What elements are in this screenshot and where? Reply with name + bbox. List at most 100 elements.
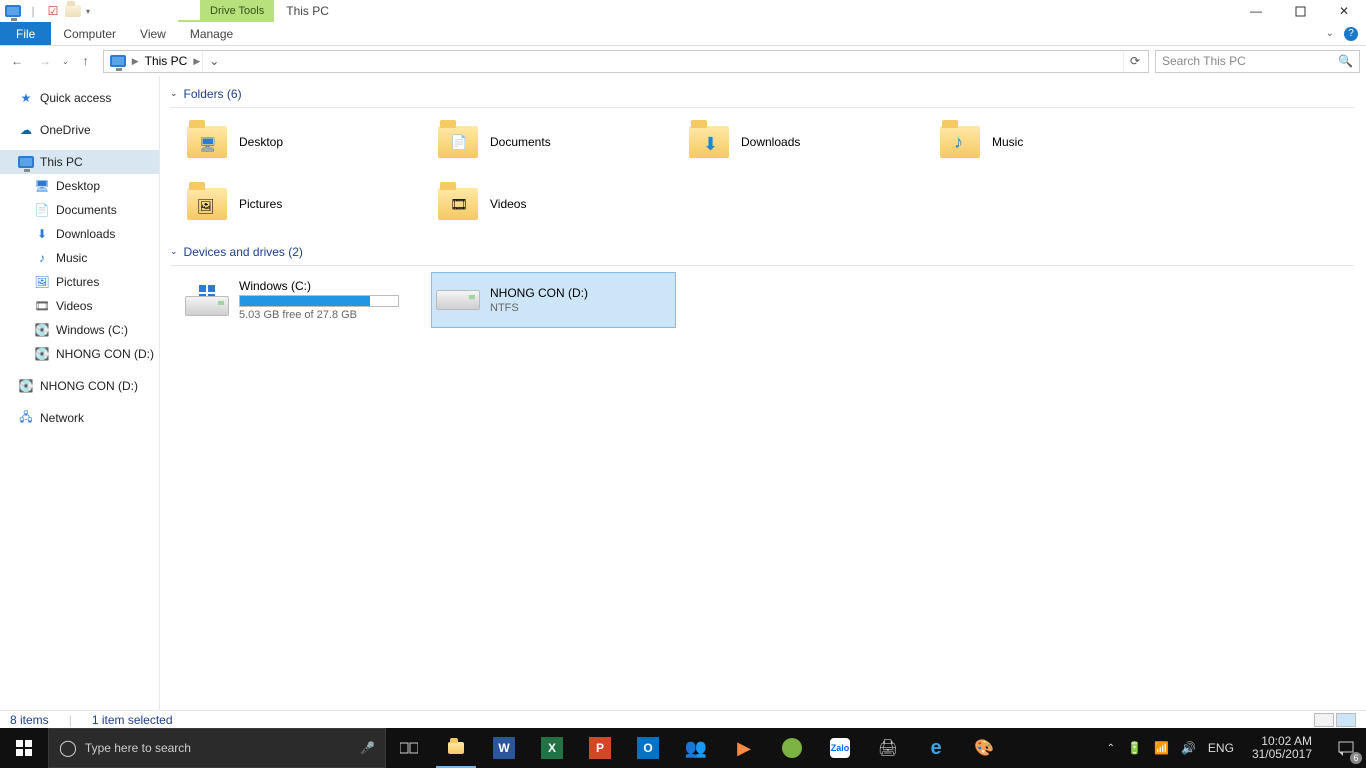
search-box[interactable]: Search This PC 🔍: [1155, 50, 1360, 73]
navigation-pane: ★ Quick access ☁ OneDrive This PC 🖥Deskt…: [0, 76, 160, 710]
word-icon: W: [493, 737, 515, 759]
sidebar-removable-drive[interactable]: 💽NHONG CON (D:): [0, 374, 159, 398]
address-bar[interactable]: ▶ This PC ▶ ⌄ ⟳: [103, 50, 1149, 73]
contextual-tab-drive-tools[interactable]: Drive Tools: [200, 0, 274, 22]
taskbar: ◯ Type here to search 🎤 W X P O 👥 ▶ Zalo…: [0, 728, 1366, 768]
tray-overflow-icon[interactable]: ⌃: [1107, 743, 1115, 754]
app-people[interactable]: 👥: [672, 728, 720, 768]
nav-history-dropdown[interactable]: ⌄: [62, 57, 69, 66]
sidebar-documents[interactable]: 📄Documents: [0, 198, 159, 222]
maximize-button[interactable]: [1278, 0, 1322, 22]
search-icon[interactable]: 🔍: [1338, 54, 1353, 68]
edge-icon: e: [930, 737, 941, 760]
this-pc-icon: [110, 55, 126, 67]
language-indicator[interactable]: ENG: [1208, 741, 1234, 755]
qat-properties-icon[interactable]: ☑: [44, 2, 62, 20]
qat-customize-dropdown[interactable]: ▾: [84, 7, 92, 16]
app-paint[interactable]: 🎨: [960, 728, 1008, 768]
navigation-bar: ← → ⌄ ↑ ▶ This PC ▶ ⌄ ⟳ Search This PC 🔍: [0, 46, 1366, 76]
this-pc-icon: [18, 154, 34, 170]
status-selected: 1 item selected: [92, 713, 173, 727]
nav-back-button[interactable]: ←: [6, 50, 28, 72]
folder-icon: 🖼: [185, 182, 229, 226]
address-dropdown-icon[interactable]: ⌄: [202, 51, 225, 72]
drive-c[interactable]: Windows (C:) 5.03 GB free of 27.8 GB: [180, 272, 425, 328]
drive-d[interactable]: NHONG CON (D:) NTFS: [431, 272, 676, 328]
system-menu-icon[interactable]: [4, 2, 22, 20]
taskbar-search[interactable]: ◯ Type here to search 🎤: [48, 728, 386, 768]
refresh-button[interactable]: ⟳: [1123, 51, 1146, 72]
cortana-icon: ◯: [59, 738, 77, 758]
app-powerpoint[interactable]: P: [576, 728, 624, 768]
sidebar-network[interactable]: 🖧Network: [0, 406, 159, 430]
folder-documents[interactable]: 📄 Documents: [431, 114, 676, 170]
start-button[interactable]: [0, 728, 48, 768]
drive-c-free: 5.03 GB free of 27.8 GB: [239, 309, 399, 321]
nav-up-button[interactable]: ↑: [75, 50, 97, 72]
title-bar: | ☑ ▾ Drive Tools This PC — ✕: [0, 0, 1366, 22]
view-details-button[interactable]: [1314, 713, 1334, 727]
folder-desktop[interactable]: 🖥 Desktop: [180, 114, 425, 170]
tab-view[interactable]: View: [128, 22, 178, 45]
sidebar-pictures[interactable]: 🖼Pictures: [0, 270, 159, 294]
tab-file[interactable]: File: [0, 22, 51, 45]
breadcrumb-this-pc[interactable]: This PC: [141, 51, 192, 72]
ribbon-collapse-icon[interactable]: ⌄: [1326, 28, 1334, 39]
app-word[interactable]: W: [480, 728, 528, 768]
people-icon: 👥: [685, 738, 707, 759]
app-excel[interactable]: X: [528, 728, 576, 768]
sidebar-videos[interactable]: 🎞Videos: [0, 294, 159, 318]
sidebar-this-pc[interactable]: This PC: [0, 150, 159, 174]
nav-forward-button[interactable]: →: [34, 50, 56, 72]
storage-bar: [239, 295, 399, 307]
folder-pictures[interactable]: 🖼 Pictures: [180, 176, 425, 232]
folder-downloads[interactable]: ⬇ Downloads: [682, 114, 927, 170]
app-zalo[interactable]: Zalo: [816, 728, 864, 768]
task-view-button[interactable]: [386, 728, 432, 768]
help-icon[interactable]: ?: [1344, 27, 1358, 41]
folder-icon: 🎞: [436, 182, 480, 226]
sidebar-downloads[interactable]: ⬇Downloads: [0, 222, 159, 246]
volume-icon[interactable]: 🔊: [1181, 741, 1196, 755]
action-center-button[interactable]: 6: [1326, 728, 1366, 768]
sidebar-desktop[interactable]: 🖥Desktop: [0, 174, 159, 198]
coccoc-icon: [782, 738, 802, 758]
wifi-icon[interactable]: 📶: [1154, 741, 1169, 755]
minimize-button[interactable]: —: [1234, 0, 1278, 22]
close-button[interactable]: ✕: [1322, 0, 1366, 22]
file-explorer-icon: [448, 742, 464, 754]
star-icon: ★: [18, 90, 34, 106]
sidebar-drive-c[interactable]: 💽Windows (C:): [0, 318, 159, 342]
app-outlook[interactable]: O: [624, 728, 672, 768]
app-printer[interactable]: 🖨: [864, 728, 912, 768]
tab-computer[interactable]: Computer: [51, 22, 128, 45]
microphone-icon[interactable]: 🎤: [360, 741, 375, 755]
battery-icon[interactable]: 🔋: [1127, 741, 1142, 755]
folder-music[interactable]: ♪ Music: [933, 114, 1178, 170]
folder-videos[interactable]: 🎞 Videos: [431, 176, 676, 232]
sidebar-quick-access[interactable]: ★ Quick access: [0, 86, 159, 110]
app-media[interactable]: ▶: [720, 728, 768, 768]
drive-icon: 💽: [18, 378, 34, 394]
breadcrumb-root[interactable]: [106, 51, 130, 72]
chevron-right-icon[interactable]: ▶: [130, 56, 141, 67]
media-icon: ▶: [737, 738, 751, 759]
tab-manage[interactable]: Manage: [178, 20, 245, 45]
app-coccoc[interactable]: [768, 728, 816, 768]
view-tiles-button[interactable]: [1336, 713, 1356, 727]
notification-badge: 6: [1350, 752, 1362, 764]
qat-new-folder-icon[interactable]: [64, 2, 82, 20]
drive-icon: [436, 278, 480, 322]
app-edge[interactable]: e: [912, 728, 960, 768]
taskbar-clock[interactable]: 10:02 AM 31/05/2017: [1246, 735, 1318, 761]
window-controls: — ✕: [1234, 0, 1366, 22]
chevron-right-icon[interactable]: ▶: [191, 56, 202, 67]
documents-icon: 📄: [34, 202, 50, 218]
sidebar-drive-d[interactable]: 💽NHONG CON (D:): [0, 342, 159, 366]
app-file-explorer[interactable]: [432, 728, 480, 768]
folder-icon: ⬇: [687, 120, 731, 164]
sidebar-music[interactable]: ♪Music: [0, 246, 159, 270]
group-header-devices[interactable]: ⌄ Devices and drives (2): [170, 238, 1354, 266]
group-header-folders[interactable]: ⌄ Folders (6): [170, 80, 1354, 108]
sidebar-onedrive[interactable]: ☁ OneDrive: [0, 118, 159, 142]
